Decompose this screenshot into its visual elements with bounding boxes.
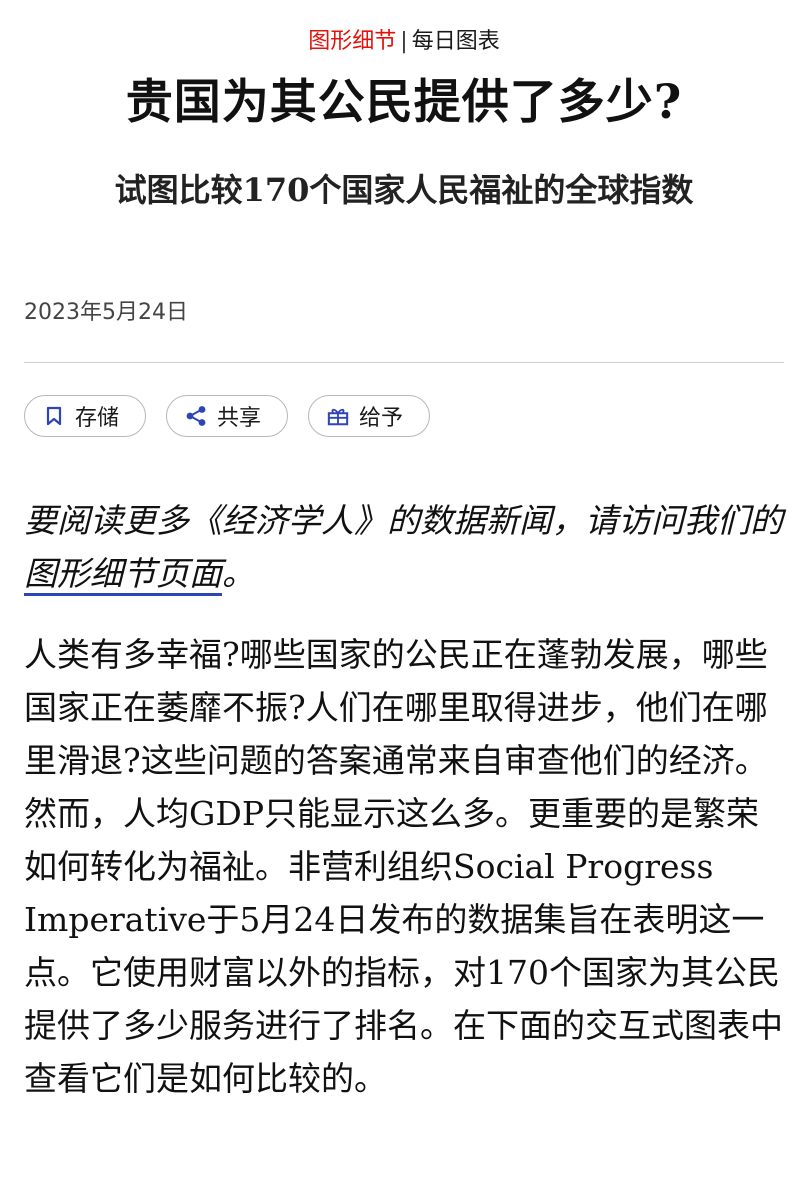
promo-text-before: 要阅读更多《经济学人》的数据新闻，请访问我们的 xyxy=(24,501,783,540)
save-label: 存储 xyxy=(75,406,120,431)
gift-icon xyxy=(327,405,349,427)
section-link[interactable]: 图形细节 xyxy=(308,29,396,54)
article-headline: 贵国为其公民提供了多少? xyxy=(125,75,683,130)
article-kicker: 图形细节 | 每日图表 xyxy=(0,26,808,58)
save-button[interactable]: 存储 xyxy=(24,395,147,437)
gift-button[interactable]: 给予 xyxy=(308,395,431,437)
series-label: 每日图表 xyxy=(411,29,500,54)
gift-label: 给予 xyxy=(359,406,404,431)
divider xyxy=(24,362,784,363)
article-subheadline: 试图比较170个国家人民福祉的全球指数 xyxy=(114,171,694,209)
publish-date: 2023年5月24日 xyxy=(24,300,188,325)
kicker-separator: | xyxy=(400,29,408,54)
share-label: 共享 xyxy=(217,406,262,431)
promo-text: 要阅读更多《经济学人》的数据新闻，请访问我们的图形细节页面。 xyxy=(24,494,784,600)
promo-text-after: 。 xyxy=(222,554,255,593)
article-actions: 存储 共享 给予 xyxy=(24,395,431,437)
share-icon xyxy=(185,405,207,427)
graphic-detail-link[interactable]: 图形细节页面 xyxy=(24,554,222,596)
article-paragraph: 人类有多幸福?哪些国家的公民正在蓬勃发展，哪些国家正在萎靡不振?人们在哪里取得进… xyxy=(24,635,783,1098)
bookmark-icon xyxy=(43,405,65,427)
share-button[interactable]: 共享 xyxy=(166,395,289,437)
